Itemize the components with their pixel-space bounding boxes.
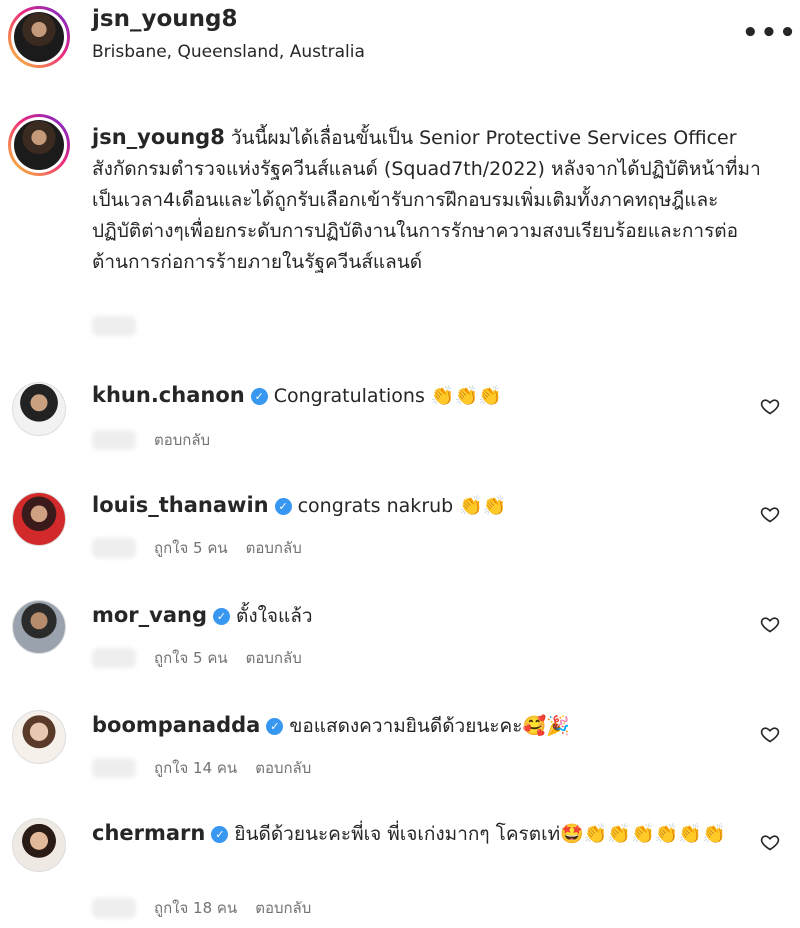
- reply-button[interactable]: ตอบกลับ: [246, 646, 302, 670]
- verified-badge-icon: ✓: [213, 608, 231, 625]
- verified-badge-icon: ✓: [266, 718, 284, 735]
- verified-badge-icon: ✓: [250, 388, 268, 405]
- comment-body: louis_thanawin ✓ congrats nakrub 👏👏: [92, 490, 742, 521]
- comment-meta: ถูกใจ 14 คน ตอบกลับ: [92, 756, 311, 780]
- author-avatar[interactable]: [8, 6, 70, 68]
- commenter-avatar[interactable]: [12, 818, 66, 872]
- comment-timestamp-blurred: [92, 430, 136, 450]
- caption-avatar[interactable]: [8, 114, 70, 176]
- commenter-avatar[interactable]: [12, 600, 66, 654]
- comment-text: Congratulations 👏👏👏: [273, 385, 502, 407]
- verified-badge-icon: ✓: [211, 826, 229, 843]
- comment-meta: ถูกใจ 18 คน ตอบกลับ: [92, 896, 311, 920]
- commenter-avatar[interactable]: [12, 382, 66, 436]
- verified-badge-icon: ✓: [274, 498, 292, 515]
- heart-icon[interactable]: [760, 504, 780, 524]
- likes-count[interactable]: ถูกใจ 18 คน: [154, 896, 237, 920]
- commenter-avatar[interactable]: [12, 492, 66, 546]
- commenter-avatar[interactable]: [12, 710, 66, 764]
- heart-icon[interactable]: [760, 614, 780, 634]
- comment-meta: ตอบกลับ: [92, 428, 210, 452]
- comment-text: congrats nakrub 👏👏: [297, 495, 507, 517]
- comment-timestamp-blurred: [92, 538, 136, 558]
- reply-button[interactable]: ตอบกลับ: [154, 428, 210, 452]
- comment-meta: ถูกใจ 5 คน ตอบกลับ: [92, 536, 302, 560]
- comment-body: mor_vang ✓ ตั้งใจแล้ว: [92, 600, 742, 631]
- likes-count[interactable]: ถูกใจ 5 คน: [154, 536, 228, 560]
- commenter-username[interactable]: chermarn: [92, 821, 205, 845]
- caption-username[interactable]: jsn_young8: [92, 125, 225, 149]
- likes-count[interactable]: ถูกใจ 5 คน: [154, 646, 228, 670]
- likes-count[interactable]: ถูกใจ 14 คน: [154, 756, 237, 780]
- caption-text-block: jsn_young8 วันนี้ผมได้เลื่อนขั้นเป็น Seni…: [92, 122, 762, 278]
- comment-timestamp-blurred: [92, 648, 136, 668]
- reply-button[interactable]: ตอบกลับ: [255, 896, 311, 920]
- more-options-icon[interactable]: •••: [742, 18, 798, 48]
- reply-button[interactable]: ตอบกลับ: [246, 536, 302, 560]
- comment-timestamp-blurred: [92, 758, 136, 778]
- author-username[interactable]: jsn_young8: [92, 6, 237, 32]
- comment-text: ขอแสดงความยินดีด้วยนะคะ🥰🎉: [289, 715, 570, 737]
- heart-icon[interactable]: [760, 832, 780, 852]
- comment-body: chermarn ✓ ยินดีด้วยนะคะพี่เจ พี่เจเก่งมาก…: [92, 818, 742, 849]
- heart-icon[interactable]: [760, 396, 780, 416]
- comment-text: ตั้งใจแล้ว: [236, 605, 313, 627]
- commenter-username[interactable]: khun.chanon: [92, 383, 245, 407]
- comment-text: ยินดีด้วยนะคะพี่เจ พี่เจเก่งมากๆ โครตเท่…: [234, 823, 726, 845]
- comment-meta: ถูกใจ 5 คน ตอบกลับ: [92, 646, 302, 670]
- comment-body: khun.chanon ✓ Congratulations 👏👏👏: [92, 380, 742, 411]
- heart-icon[interactable]: [760, 724, 780, 744]
- post-header: jsn_young8 Brisbane, Queensland, Austral…: [0, 0, 800, 80]
- caption-timestamp-blurred: [92, 316, 136, 336]
- commenter-username[interactable]: boompanadda: [92, 713, 260, 737]
- reply-button[interactable]: ตอบกลับ: [255, 756, 311, 780]
- commenter-username[interactable]: louis_thanawin: [92, 493, 269, 517]
- comment-body: boompanadda ✓ ขอแสดงความยินดีด้วยนะคะ🥰🎉: [92, 710, 742, 741]
- commenter-username[interactable]: mor_vang: [92, 603, 207, 627]
- comment-timestamp-blurred: [92, 898, 136, 918]
- post-location[interactable]: Brisbane, Queensland, Australia: [92, 42, 365, 62]
